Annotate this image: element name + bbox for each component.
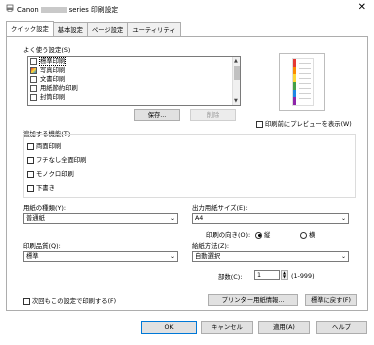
preview-stripe: [293, 89, 296, 98]
list-item[interactable]: 用紙節約印刷: [28, 84, 240, 93]
borderless-label: フチなし全面印刷: [36, 157, 87, 164]
chevron-down-icon[interactable]: ▼: [282, 275, 287, 279]
list-item[interactable]: 文書印刷: [28, 75, 240, 84]
list-item[interactable]: 標準印刷: [28, 57, 240, 66]
preview-stripe: [293, 59, 296, 67]
preview-stripe: [293, 74, 296, 82]
preview-before-print-checkbox[interactable]: [256, 120, 263, 128]
grayscale-row[interactable]: モノクロ印刷: [27, 169, 74, 178]
favorites-list[interactable]: 標準印刷 写真印刷 文書印刷 用紙節約印刷 封筒印刷 ▲ ▼: [27, 56, 241, 106]
delete-button[interactable]: 削除: [190, 109, 236, 121]
tab-utility[interactable]: ユーティリティ: [127, 22, 181, 36]
paper-source-label: 給紙方法(Z):: [192, 242, 230, 250]
cancel-button[interactable]: キャンセル: [201, 321, 253, 334]
preview-stripe: [293, 82, 296, 90]
chevron-down-icon: ⌄: [340, 253, 346, 260]
orientation-label: 印刷の向き(O):: [206, 231, 251, 239]
preview-before-print-label: 印刷前にプレビューを表示(W): [265, 121, 352, 128]
duplex-label: 両面印刷: [36, 143, 62, 150]
portrait-option[interactable]: 縦: [255, 230, 270, 239]
copies-stepper[interactable]: ▲ ▼: [281, 270, 288, 280]
preview-text-line: [299, 83, 311, 84]
chevron-down-icon: ⌄: [169, 215, 175, 222]
always-print-checkbox[interactable]: [23, 297, 30, 305]
landscape-radio[interactable]: [300, 231, 307, 239]
tab-quick-setup[interactable]: クイック設定: [6, 21, 54, 36]
list-item[interactable]: 写真印刷: [28, 66, 240, 75]
tab-bar: クイック設定 基本設定 ページ設定 ユーティリティ: [6, 21, 181, 36]
draft-label: 下書き: [36, 185, 55, 192]
paper-saving-icon: [30, 85, 37, 92]
copies-label: 部数(C):: [218, 273, 243, 281]
photo-print-icon: [30, 67, 37, 74]
tab-page-setup[interactable]: ページ設定: [86, 22, 129, 36]
preview-text-line: [299, 78, 311, 79]
preview-text-line: [299, 73, 311, 74]
tab-main[interactable]: 基本設定: [52, 22, 88, 36]
help-button[interactable]: ヘルプ: [316, 321, 367, 334]
portrait-label: 縦: [264, 232, 271, 239]
preview-before-print-row[interactable]: 印刷前にプレビューを表示(W): [256, 119, 352, 128]
scroll-down-icon[interactable]: ▼: [234, 98, 238, 104]
apply-button[interactable]: 適用(A): [258, 321, 310, 334]
duplex-row[interactable]: 両面印刷: [27, 141, 61, 150]
print-quality-value: 標準: [26, 253, 39, 260]
borderless-row[interactable]: フチなし全面印刷: [27, 155, 86, 164]
duplex-checkbox[interactable]: [27, 142, 34, 150]
print-quality-label: 印刷品質(Q):: [23, 242, 61, 250]
scroll-thumb[interactable]: [234, 66, 240, 80]
favorites-scrollbar[interactable]: ▲ ▼: [232, 57, 240, 105]
preview-stripe: [293, 97, 296, 105]
grayscale-label: モノクロ印刷: [36, 171, 74, 178]
portrait-radio[interactable]: [255, 231, 262, 239]
draft-row[interactable]: 下書き: [27, 183, 55, 192]
media-type-label: 用紙の種類(Y):: [23, 204, 66, 212]
list-item[interactable]: 封筒印刷: [28, 93, 240, 102]
close-icon[interactable]: ✕: [358, 2, 366, 14]
printer-paper-info-button[interactable]: プリンター用紙情報...: [208, 294, 298, 306]
copies-input[interactable]: 1: [254, 270, 280, 280]
preview-text-line: [299, 98, 311, 99]
chevron-down-icon: ⌄: [340, 215, 346, 222]
copies-range: (1-999): [291, 272, 315, 280]
preview-text-line: [299, 93, 311, 94]
window-title: Canon series 印刷設定: [17, 4, 118, 14]
chevron-down-icon: ⌄: [169, 253, 175, 260]
defaults-button[interactable]: 標準に戻す(F): [305, 294, 357, 306]
preview-stripe: [293, 66, 296, 75]
always-print-row[interactable]: 次回もこの設定で印刷する(F): [23, 296, 116, 305]
output-paper-size-select[interactable]: A4 ⌄: [192, 213, 349, 224]
redacted-model: [40, 7, 67, 13]
printer-icon: [6, 4, 14, 12]
favorites-label: よく使う設定(S): [23, 46, 71, 54]
standard-print-icon: [30, 58, 37, 65]
preview-text-line: [299, 63, 311, 64]
envelope-icon: [30, 94, 37, 101]
output-paper-size-value: A4: [195, 215, 204, 222]
document-print-icon: [30, 76, 37, 83]
print-quality-select[interactable]: 標準 ⌄: [23, 251, 178, 262]
landscape-option[interactable]: 横: [300, 230, 315, 239]
preview-paper: [292, 58, 314, 106]
media-type-select[interactable]: 普通紙 ⌄: [23, 213, 178, 224]
preview-text-line: [299, 68, 311, 69]
paper-source-value: 自動選択: [195, 253, 221, 260]
borderless-checkbox[interactable]: [27, 156, 34, 164]
ok-button[interactable]: OK: [141, 321, 197, 334]
landscape-label: 横: [309, 232, 316, 239]
draft-checkbox[interactable]: [27, 184, 34, 192]
always-print-label: 次回もこの設定で印刷する(F): [32, 298, 117, 305]
window-title-suffix: series 印刷設定: [68, 6, 119, 14]
preview-color-stripes: [293, 59, 313, 105]
grayscale-checkbox[interactable]: [27, 170, 34, 178]
window-title-prefix: Canon: [17, 6, 39, 14]
media-type-value: 普通紙: [26, 215, 45, 222]
print-preview: [279, 53, 325, 111]
preview-text-line: [299, 88, 311, 89]
paper-source-select[interactable]: 自動選択 ⌄: [192, 251, 349, 262]
output-paper-size-label: 出力用紙サイズ(E):: [192, 204, 248, 212]
additional-features-group: [23, 134, 356, 198]
scroll-up-icon[interactable]: ▲: [234, 58, 238, 64]
save-button[interactable]: 保存...: [134, 109, 180, 121]
